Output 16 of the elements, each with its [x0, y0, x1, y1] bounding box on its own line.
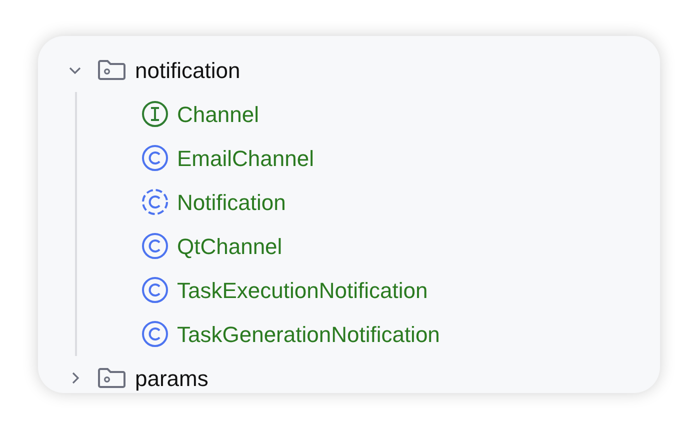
class-icon — [141, 276, 169, 304]
tree-item[interactable]: TaskGenerationNotification — [177, 318, 440, 350]
tree-item[interactable]: EmailChannel — [177, 142, 314, 174]
tree-item[interactable]: notification — [135, 54, 240, 86]
folder-icon — [97, 59, 127, 81]
tree-item[interactable]: params — [135, 362, 208, 393]
tree-item[interactable]: QtChannel — [177, 230, 282, 262]
abstract-class-icon — [141, 188, 169, 216]
tree-item[interactable]: TaskExecutionNotification — [177, 274, 428, 306]
class-icon — [141, 320, 169, 348]
interface-icon — [141, 100, 169, 128]
class-icon — [141, 232, 169, 260]
tree-item[interactable]: Channel — [177, 98, 259, 130]
folder-icon — [97, 367, 127, 389]
tree-item[interactable]: Notification — [177, 186, 286, 218]
class-icon — [141, 144, 169, 172]
